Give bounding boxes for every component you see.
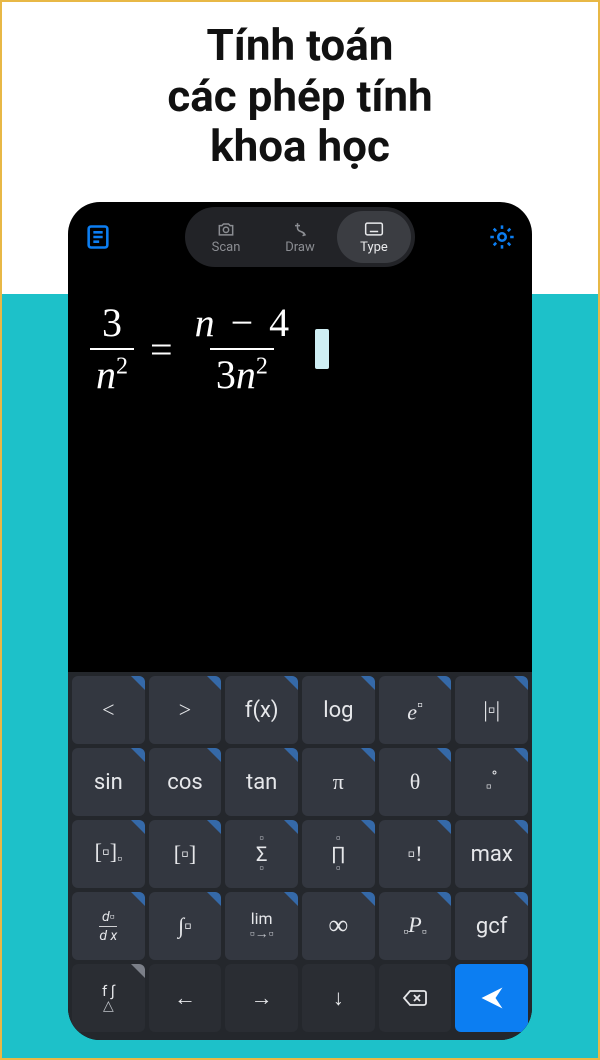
key-log[interactable]: log [302, 676, 375, 744]
right-denominator: 3n2 [210, 348, 274, 396]
key-tan[interactable]: tan [225, 748, 298, 816]
key-arrow-down[interactable]: ↓ [302, 964, 375, 1032]
history-icon [84, 223, 112, 251]
title-line-2: các phép tính [2, 71, 598, 122]
left-numerator: 3 [94, 302, 130, 348]
key-permutation[interactable]: ▫P▫ [379, 892, 452, 960]
title-line-1: Tính toán [2, 20, 598, 71]
left-denominator: n2 [90, 348, 134, 396]
equation-input-area[interactable]: 3 n2 = n − 4 3n2 [68, 272, 532, 672]
camera-icon [216, 220, 236, 238]
key-function[interactable]: f(x) [225, 676, 298, 744]
input-mode-tabs: Scan Draw Type [185, 207, 415, 267]
key-arrow-left[interactable]: ← [149, 964, 222, 1032]
key-cos[interactable]: cos [149, 748, 222, 816]
tab-type[interactable]: Type [337, 211, 411, 263]
key-gcf[interactable]: gcf [455, 892, 528, 960]
settings-button[interactable] [488, 223, 516, 251]
key-factorial[interactable]: ▫! [379, 820, 452, 888]
app-topbar: Scan Draw Type [68, 202, 532, 272]
backspace-icon [401, 984, 429, 1012]
key-matrix[interactable]: [▫] [149, 820, 222, 888]
math-keyboard: < > f(x) log e▫ |▫| sin cos tan π θ ▫° [… [68, 672, 532, 1040]
key-product[interactable]: ▫ ∏ ▫ [302, 820, 375, 888]
key-shift-mode[interactable]: f ∫ △ [72, 964, 145, 1032]
key-sin[interactable]: sin [72, 748, 145, 816]
key-backspace[interactable] [379, 964, 452, 1032]
key-e-power[interactable]: e▫ [379, 676, 452, 744]
key-arrow-right[interactable]: → [225, 964, 298, 1032]
gear-icon [488, 223, 516, 251]
tab-type-label: Type [360, 240, 388, 255]
key-submit[interactable] [455, 964, 528, 1032]
right-numerator: n − 4 [189, 302, 296, 348]
keyboard-icon [364, 220, 384, 238]
send-icon [478, 984, 506, 1012]
key-integral[interactable]: ∫▫ [149, 892, 222, 960]
key-sum[interactable]: ▫ Σ ▫ [225, 820, 298, 888]
tab-draw[interactable]: Draw [263, 211, 337, 263]
draw-icon [290, 220, 310, 238]
key-degree[interactable]: ▫° [455, 748, 528, 816]
text-cursor [315, 329, 329, 369]
tab-scan-label: Scan [212, 240, 241, 255]
history-button[interactable] [84, 223, 112, 251]
phone-frame: Scan Draw Type [68, 202, 532, 1040]
equals-sign: = [150, 326, 173, 373]
key-less-than[interactable]: < [72, 676, 145, 744]
key-max[interactable]: max [455, 820, 528, 888]
key-bracket-subscript[interactable]: [▫]▫ [72, 820, 145, 888]
key-absolute-value[interactable]: |▫| [455, 676, 528, 744]
key-greater-than[interactable]: > [149, 676, 222, 744]
key-theta[interactable]: θ [379, 748, 452, 816]
fraction-right: n − 4 3n2 [189, 302, 296, 396]
equation-display: 3 n2 = n − 4 3n2 [90, 302, 510, 396]
tab-draw-label: Draw [285, 240, 315, 255]
fraction-left: 3 n2 [90, 302, 134, 396]
key-derivative[interactable]: d▫ d x [72, 892, 145, 960]
tab-scan[interactable]: Scan [189, 211, 263, 263]
key-pi[interactable]: π [302, 748, 375, 816]
key-infinity[interactable]: ∞ [302, 892, 375, 960]
key-limit[interactable]: lim ▫→▫ [225, 892, 298, 960]
title-line-3: khoa học [2, 121, 598, 172]
